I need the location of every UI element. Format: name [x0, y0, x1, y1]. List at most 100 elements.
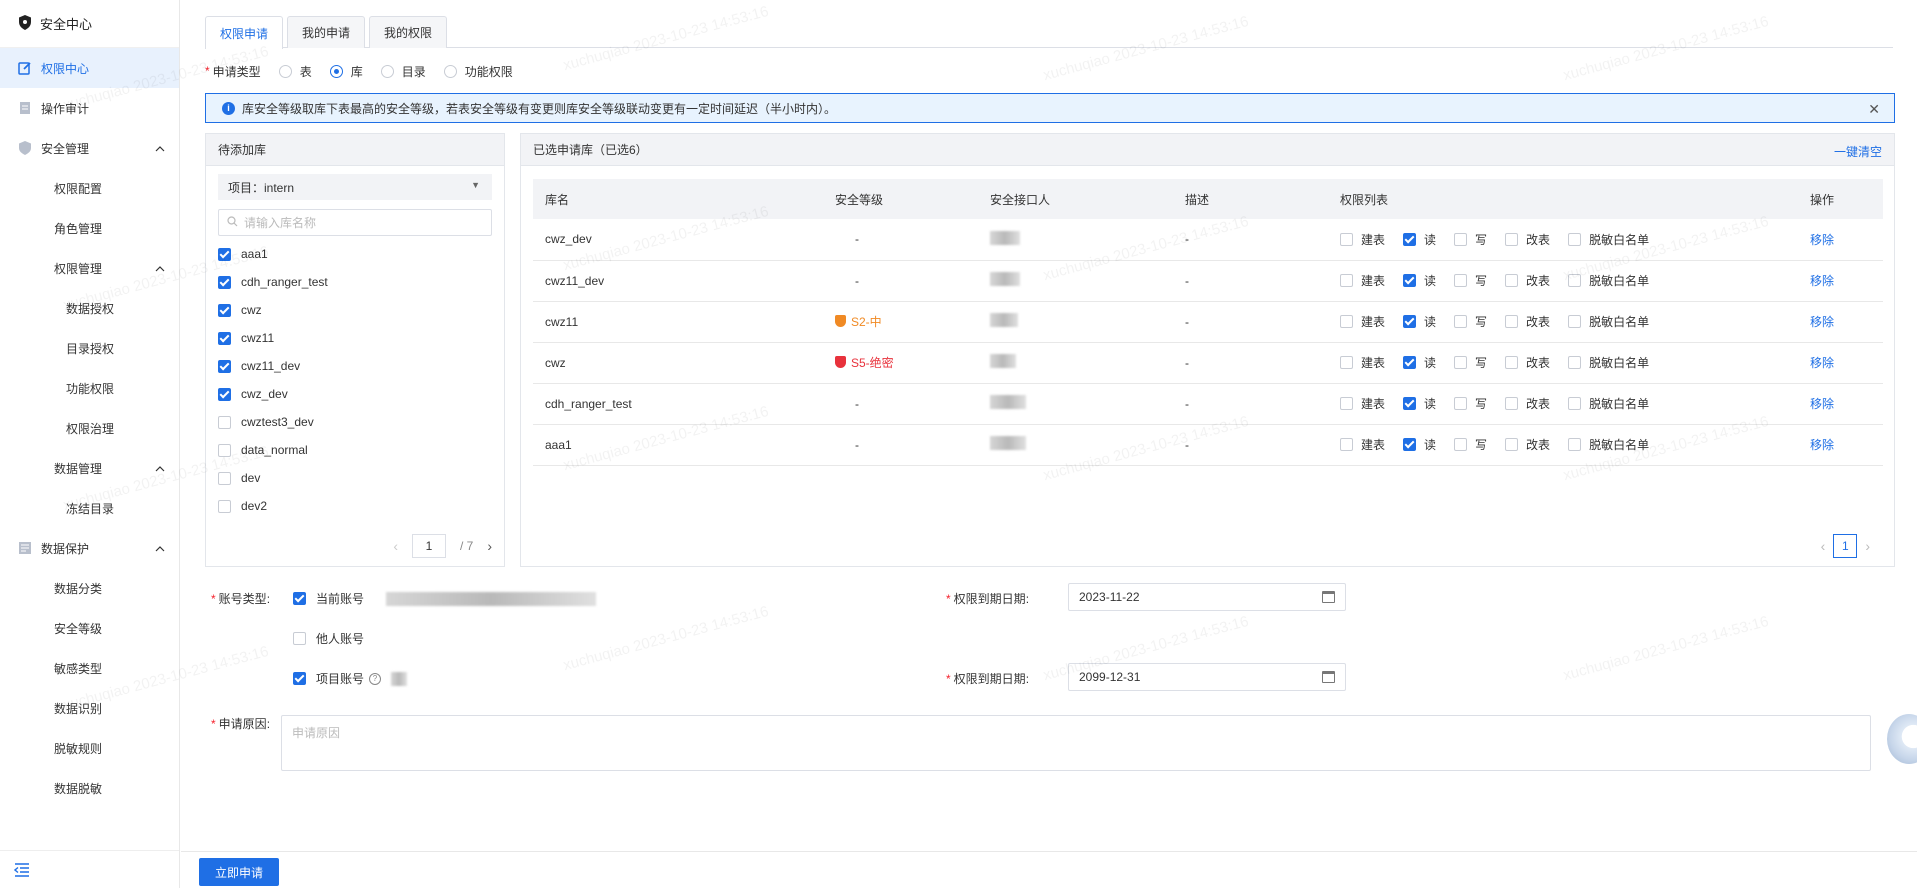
perm-checkbox[interactable] [1505, 274, 1519, 287]
perm-checkbox[interactable] [1505, 356, 1519, 369]
sidebar-item-12[interactable]: 数据保护 [0, 528, 179, 568]
perm-checkbox[interactable] [1454, 315, 1468, 328]
perm-checkbox[interactable] [1505, 315, 1519, 328]
perm-checkbox[interactable] [1454, 232, 1468, 246]
expire-date-picker-project[interactable]: 2099-12-31 [1068, 663, 1346, 691]
project-account-checkbox[interactable] [293, 672, 306, 685]
list-item[interactable]: cwz [218, 296, 498, 324]
perm-checkbox[interactable] [1454, 438, 1468, 451]
expire-date-picker-current[interactable]: 2023-11-22 [1068, 583, 1346, 611]
sidebar-item-7[interactable]: 目录授权 [0, 328, 179, 368]
db-checkbox[interactable] [218, 471, 231, 485]
sidebar-item-17[interactable]: 脱敏规则 [0, 728, 179, 768]
other-account-option[interactable]: 他人账号 [293, 630, 364, 647]
sidebar-item-13[interactable]: 数据分类 [0, 568, 179, 608]
perm-checkbox[interactable] [1568, 438, 1582, 451]
remove-link[interactable]: 移除 [1810, 233, 1834, 247]
perm-checkbox[interactable] [1403, 232, 1417, 246]
radio-database[interactable] [329, 64, 343, 78]
submit-button[interactable]: 立即申请 [199, 858, 279, 886]
project-select[interactable]: 项目：intern ▼ [218, 174, 492, 200]
perm-checkbox[interactable] [1454, 274, 1468, 287]
sidebar-item-3[interactable]: 权限配置 [0, 168, 179, 208]
perm-checkbox[interactable] [1505, 438, 1519, 451]
help-icon[interactable]: ? [369, 672, 382, 685]
sidebar-item-2[interactable]: 安全管理 [0, 128, 179, 168]
prev-page-icon[interactable]: ‹ [1821, 538, 1826, 554]
list-item[interactable]: cwz11_dev [218, 352, 498, 380]
sidebar-item-11[interactable]: 冻结目录 [0, 488, 179, 528]
db-checkbox[interactable] [218, 415, 231, 429]
perm-checkbox[interactable] [1568, 397, 1582, 410]
page-input[interactable]: 1 [411, 534, 446, 558]
perm-checkbox[interactable] [1454, 397, 1468, 410]
perm-checkbox[interactable] [1340, 397, 1353, 410]
reason-textarea[interactable]: 申请原因 [281, 715, 1871, 771]
perm-checkbox[interactable] [1403, 274, 1417, 287]
list-item[interactable]: dev [218, 464, 498, 492]
sidebar-item-1[interactable]: 操作审计 [0, 88, 179, 128]
list-item[interactable]: aaa1 [218, 240, 498, 268]
list-item[interactable]: cdh_ranger_test [218, 268, 498, 296]
next-page-icon[interactable]: › [487, 538, 492, 554]
perm-checkbox[interactable] [1403, 315, 1417, 328]
tab-my-permissions[interactable]: 我的权限 [369, 16, 448, 48]
perm-checkbox[interactable] [1340, 274, 1353, 287]
db-checkbox[interactable] [218, 275, 231, 289]
db-checkbox[interactable] [218, 247, 231, 261]
perm-checkbox[interactable] [1340, 232, 1353, 246]
sidebar-item-18[interactable]: 数据脱敏 [0, 768, 179, 808]
list-item[interactable]: cwztest3_dev [218, 408, 498, 436]
sidebar-item-4[interactable]: 角色管理 [0, 208, 179, 248]
sidebar-item-9[interactable]: 权限治理 [0, 408, 179, 448]
perm-checkbox[interactable] [1568, 274, 1582, 287]
sidebar-item-16[interactable]: 数据识别 [0, 688, 179, 728]
db-checkbox[interactable] [218, 443, 231, 457]
perm-checkbox[interactable] [1403, 397, 1417, 410]
tab-permission-apply[interactable]: 权限申请 [205, 16, 284, 49]
perm-checkbox[interactable] [1454, 356, 1468, 369]
db-checkbox[interactable] [218, 359, 231, 373]
list-item[interactable]: dev2 [218, 492, 498, 520]
prev-page-icon[interactable]: ‹ [393, 538, 398, 554]
perm-checkbox[interactable] [1505, 232, 1519, 246]
sidebar-item-10[interactable]: 数据管理 [0, 448, 179, 488]
db-checkbox[interactable] [218, 499, 231, 513]
page-number[interactable]: 1 [1833, 534, 1858, 558]
clear-all-link[interactable]: 一键清空 [1834, 143, 1882, 160]
radio-directory[interactable] [380, 64, 394, 78]
perm-checkbox[interactable] [1568, 232, 1582, 246]
current-account-checkbox[interactable] [293, 592, 306, 605]
perm-checkbox[interactable] [1340, 356, 1353, 369]
db-checkbox[interactable] [218, 387, 231, 401]
tab-my-applications[interactable]: 我的申请 [287, 16, 366, 48]
list-item[interactable]: cwz11 [218, 324, 498, 352]
db-checkbox[interactable] [218, 331, 231, 345]
perm-checkbox[interactable] [1505, 397, 1519, 410]
sidebar-item-5[interactable]: 权限管理 [0, 248, 179, 288]
close-icon[interactable]: ✕ [1868, 101, 1880, 118]
db-search-input[interactable]: 请输入库名称 [218, 209, 492, 236]
list-item[interactable]: cwz_dev [218, 380, 498, 408]
perm-checkbox[interactable] [1403, 356, 1417, 369]
perm-checkbox[interactable] [1568, 356, 1582, 369]
db-checkbox[interactable] [218, 303, 231, 317]
collapse-menu-icon[interactable] [0, 850, 179, 888]
sidebar-item-8[interactable]: 功能权限 [0, 368, 179, 408]
current-account-option[interactable]: 当前账号 [293, 590, 597, 607]
sidebar-item-0[interactable]: 权限中心 [0, 48, 179, 88]
remove-link[interactable]: 移除 [1810, 315, 1834, 329]
remove-link[interactable]: 移除 [1810, 397, 1834, 411]
sidebar-item-6[interactable]: 数据授权 [0, 288, 179, 328]
remove-link[interactable]: 移除 [1810, 274, 1834, 288]
remove-link[interactable]: 移除 [1810, 438, 1834, 452]
radio-function[interactable] [443, 64, 457, 78]
perm-checkbox[interactable] [1340, 438, 1353, 451]
other-account-checkbox[interactable] [293, 632, 306, 645]
sidebar-item-14[interactable]: 安全等级 [0, 608, 179, 648]
list-item[interactable]: data_normal [218, 436, 498, 464]
next-page-icon[interactable]: › [1865, 538, 1870, 554]
project-account-option[interactable]: 项目账号 ? [293, 670, 408, 687]
radio-table[interactable] [278, 64, 292, 78]
perm-checkbox[interactable] [1568, 315, 1582, 328]
